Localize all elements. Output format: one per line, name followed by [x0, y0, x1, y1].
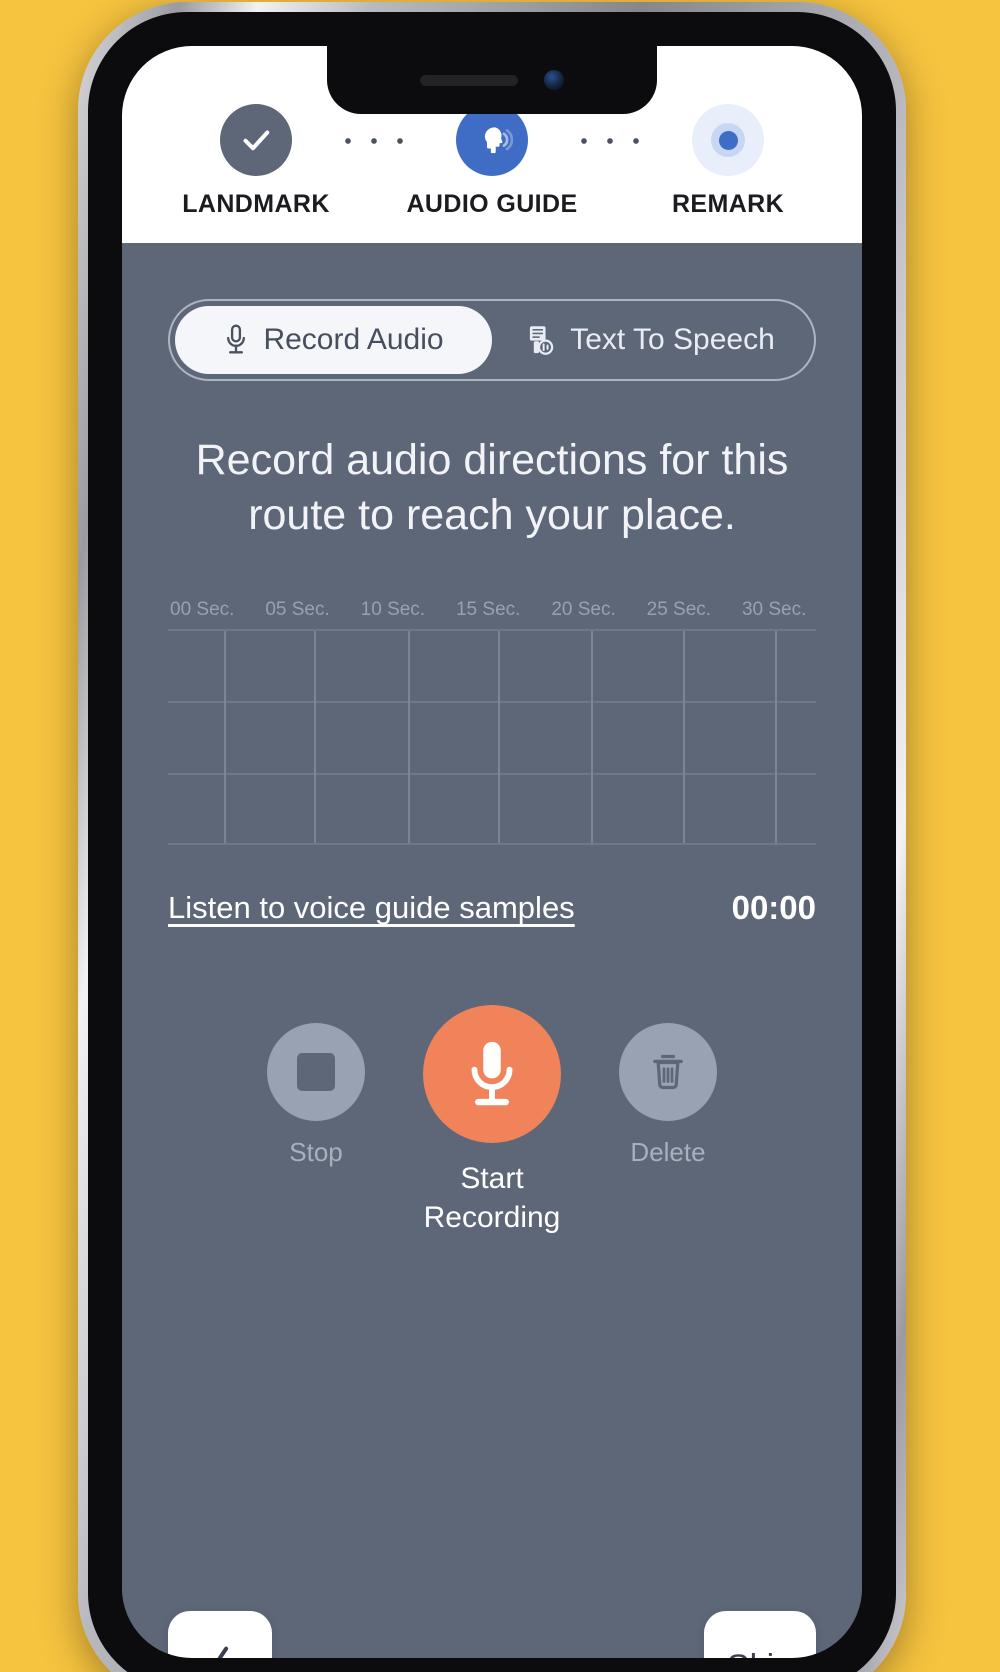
grid-vline [683, 631, 686, 844]
phone-notch [327, 46, 657, 114]
microphone-icon [471, 1041, 513, 1106]
timeline-tick: 20 Sec. [551, 599, 616, 621]
listen-samples-link[interactable]: Listen to voice guide samples [168, 890, 575, 926]
stepper-step-remark-label: REMARK [671, 190, 785, 218]
delete-button[interactable] [619, 1023, 717, 1122]
grid-vline [223, 631, 226, 844]
grid-vline [591, 631, 594, 844]
stop-square-icon [297, 1053, 335, 1092]
tab-record-audio-label: Record Audio [263, 323, 444, 356]
panel-headline: Record audio directions for this route t… [195, 436, 789, 540]
stepper-step-remark[interactable]: REMARK [648, 104, 808, 219]
timeline-tick: 30 Sec. [741, 599, 807, 621]
recording-timer: 00:00 [731, 889, 816, 927]
back-button[interactable] [168, 1611, 272, 1658]
front-camera-icon [544, 70, 564, 90]
microphone-icon [227, 324, 246, 354]
dot-icon [711, 123, 745, 157]
record-button[interactable] [423, 1005, 561, 1144]
skip-button-label: Skip [727, 1648, 793, 1659]
tab-text-to-speech[interactable]: Text To Speech [492, 306, 809, 374]
tab-text-to-speech-label: Text To Speech [570, 323, 775, 356]
input-mode-segmented-control: Record Audio Text To Speech [168, 299, 816, 381]
stop-button-label: Stop [289, 1137, 343, 1168]
grid-vline [498, 631, 501, 844]
samples-row: Listen to voice guide samples 00:00 [168, 889, 816, 927]
skip-button[interactable]: Skip [704, 1611, 816, 1658]
stepper-connector-1 [340, 136, 408, 145]
phone-screen: LANDMARK AUDIO GUIDE REMARK Record Audio… [122, 46, 862, 1658]
timeline-tick: 10 Sec. [360, 599, 426, 621]
phone-bezel: LANDMARK AUDIO GUIDE REMARK Record Audio… [88, 12, 896, 1672]
grid-vline [774, 631, 777, 844]
earpiece-speaker-icon [420, 74, 518, 86]
recording-controls: Stop Start Recording Delete [168, 1005, 816, 1237]
tab-record-audio[interactable]: Record Audio [175, 306, 492, 374]
record-label-line1: Start [460, 1162, 524, 1196]
dot-icon-core [718, 130, 738, 150]
stepper-step-landmark-label: LANDMARK [182, 190, 330, 218]
grid-hline [168, 701, 816, 704]
grid-vline [314, 631, 317, 844]
delete-button-label: Delete [630, 1137, 706, 1168]
bottom-navigation: Skip [168, 1611, 816, 1658]
grid-vline [407, 631, 410, 844]
stepper-step-audio-guide-label: AUDIO GUIDE [406, 190, 578, 218]
grid-hline [168, 773, 816, 776]
timeline-tick-labels: 00 Sec. 05 Sec. 10 Sec. 15 Sec. 20 Sec. … [168, 599, 816, 629]
audio-guide-panel: Record Audio Text To Speech Record audio… [122, 299, 862, 1658]
record-label-line2: Recording [423, 1201, 561, 1235]
timeline-tick: 05 Sec. [265, 599, 330, 621]
timeline-tick: 15 Sec. [455, 599, 521, 621]
step-audio-guide-circle[interactable] [456, 104, 528, 176]
control-delete[interactable]: Delete [619, 1005, 717, 1168]
check-icon [243, 130, 270, 151]
stop-button[interactable] [267, 1023, 365, 1122]
head-speech-icon [484, 127, 513, 154]
audio-waveform-timeline: 00 Sec. 05 Sec. 10 Sec. 15 Sec. 20 Sec. … [168, 599, 816, 846]
chevron-left-icon [217, 1646, 229, 1658]
text-to-speech-icon [530, 326, 554, 355]
timeline-tick: 25 Sec. [646, 599, 712, 621]
stepper-steps-row: LANDMARK AUDIO GUIDE REMARK [170, 104, 814, 219]
control-stop[interactable]: Stop [267, 1005, 365, 1168]
stepper-step-landmark[interactable]: LANDMARK [176, 104, 336, 219]
timeline-tick: 00 Sec. [170, 599, 235, 621]
stepper-step-audio-guide[interactable]: AUDIO GUIDE [406, 104, 577, 219]
step-landmark-circle[interactable] [220, 104, 292, 176]
record-button-label: Start Recording [424, 1159, 561, 1237]
stepper-connector-2 [576, 136, 644, 145]
control-record[interactable]: Start Recording [423, 1005, 561, 1237]
waveform-grid [168, 629, 816, 846]
phone-device-frame: LANDMARK AUDIO GUIDE REMARK Record Audio… [78, 2, 906, 1672]
step-remark-circle[interactable] [692, 104, 764, 176]
trash-icon [653, 1054, 683, 1090]
